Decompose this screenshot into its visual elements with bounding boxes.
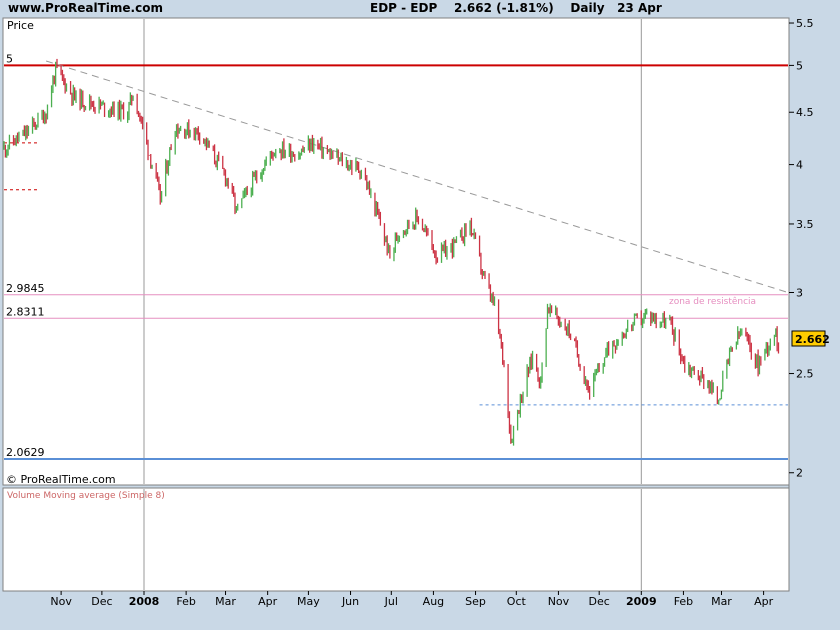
x-tick-label: Jun [341,595,359,608]
price-panel-label: Price [7,19,34,32]
last-price-text: 2.662 [795,333,830,346]
x-tick-label: Dec [91,595,112,608]
x-tick-label: Mar [711,595,732,608]
x-tick-label: Feb [674,595,693,608]
y-tick-label: 5 [796,59,803,72]
x-tick-label: Nov [548,595,570,608]
y-tick-label: 5.5 [796,17,814,30]
y-tick-label: 2.5 [796,368,814,381]
resistance-annotation: zona de resistência [669,296,756,307]
copyright-label: © ProRealTime.com [6,473,116,486]
x-tick-label: Apr [258,595,278,608]
y-tick-label: 3 [796,286,803,299]
x-tick-label: Mar [215,595,236,608]
y-tick-label: 2 [796,467,803,480]
level-label: 5 [6,52,13,65]
x-tick-label: Aug [423,595,444,608]
y-tick-label: 4.5 [796,106,814,119]
x-tick-label: Dec [589,595,610,608]
level-label: 2.9845 [6,282,45,295]
y-tick-label: 3.5 [796,218,814,231]
volume-panel [2,487,790,592]
level-label: 2.8311 [6,305,45,318]
volume-panel-label: Volume Moving average (Simple 8) [7,491,165,501]
x-tick-label: Nov [50,595,72,608]
x-tick-label: Feb [176,595,195,608]
last-price-badge: 2.662 [791,330,830,347]
x-tick-label: Sep [465,595,486,608]
y-tick-label: 4 [796,159,803,172]
price-chart[interactable]: 5 2.9845 2.8311 2.0629 5.5 5 4.5 4 3.5 3 2.5 2 Nov… [0,0,840,630]
level-label: 2.0629 [6,446,45,459]
x-tick-label: May [297,595,320,608]
x-tick-label: 2008 [129,595,160,608]
x-tick-label: 2009 [626,595,657,608]
x-tick-label: Apr [754,595,774,608]
x-tick-label: Jul [384,595,398,608]
x-tick-label: Oct [507,595,527,608]
price-panel [2,17,790,486]
